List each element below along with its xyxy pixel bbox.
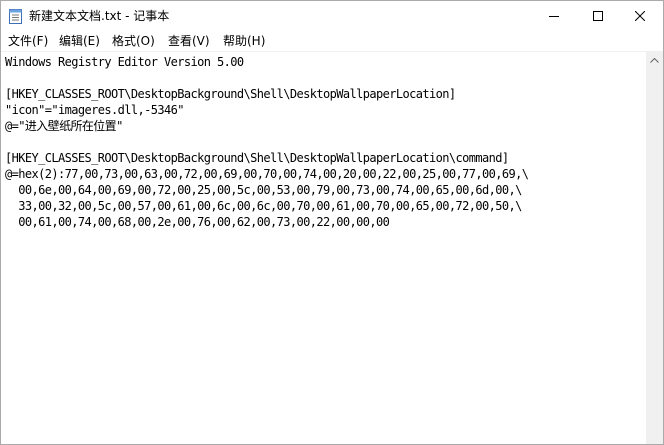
maximize-icon: [593, 11, 603, 21]
editor-line: Windows Registry Editor Version 5.00: [5, 55, 244, 69]
maximize-button[interactable]: [575, 1, 621, 31]
notepad-icon: [9, 8, 23, 24]
editor-line: @=hex(2):77,00,73,00,63,00,72,00,69,00,7…: [5, 167, 529, 181]
editor-line: [HKEY_CLASSES_ROOT\DesktopBackground\She…: [5, 87, 456, 101]
minimize-button[interactable]: [531, 1, 577, 31]
editor-line: 33,00,32,00,5c,00,57,00,61,00,6c,00,6c,0…: [5, 199, 522, 213]
close-button[interactable]: [617, 1, 663, 31]
vertical-scrollbar[interactable]: [646, 52, 663, 444]
editor-line: "icon"="imageres.dll,-5346": [5, 103, 184, 117]
menu-help[interactable]: 帮助(H): [223, 32, 265, 50]
close-icon: [635, 11, 645, 21]
notepad-window: 新建文本文档.txt - 记事本 文件(F) 编辑(E) 格式(O) 查看(V)…: [0, 0, 664, 445]
window-title: 新建文本文档.txt - 记事本: [29, 9, 170, 23]
menu-file[interactable]: 文件(F): [8, 32, 48, 50]
editor-line: 00,6e,00,64,00,69,00,72,00,25,00,5c,00,5…: [5, 183, 522, 197]
title-bar[interactable]: 新建文本文档.txt - 记事本: [1, 1, 663, 31]
menu-view[interactable]: 查看(V): [168, 32, 210, 50]
scroll-up-arrow-icon: [650, 58, 659, 63]
minimize-icon: [549, 16, 559, 17]
menu-format[interactable]: 格式(O): [112, 32, 155, 50]
scroll-up-button[interactable]: [646, 52, 663, 69]
menu-edit[interactable]: 编辑(E): [59, 32, 100, 50]
editor-line: [HKEY_CLASSES_ROOT\DesktopBackground\She…: [5, 151, 509, 165]
menu-bar: 文件(F) 编辑(E) 格式(O) 查看(V) 帮助(H): [1, 31, 663, 52]
editor-line: @="进入壁纸所在位置": [5, 119, 123, 133]
text-editor[interactable]: Windows Registry Editor Version 5.00 [HK…: [1, 52, 646, 444]
editor-line: 00,61,00,74,00,68,00,2e,00,76,00,62,00,7…: [5, 215, 390, 229]
